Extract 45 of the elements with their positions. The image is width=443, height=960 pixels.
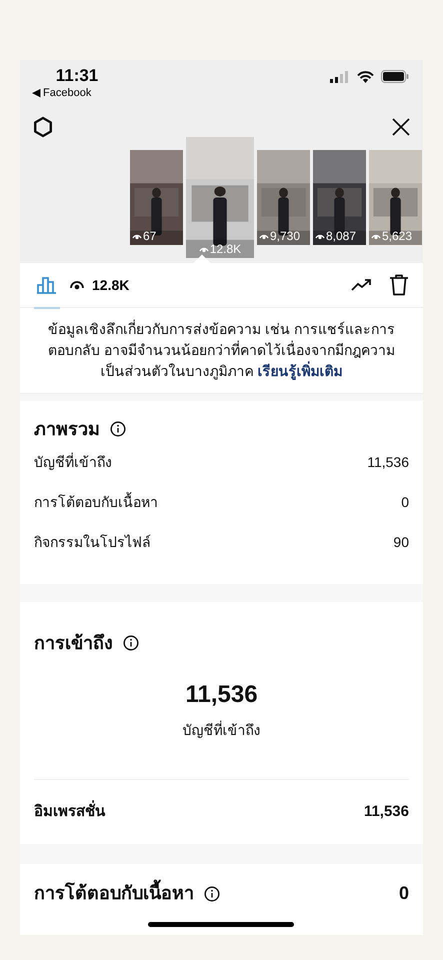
post-thumbnail[interactable]: 9,730 — [257, 150, 310, 245]
eye-icon — [70, 280, 84, 290]
metric-label: บัญชีที่เข้าถึง — [34, 452, 112, 472]
reach-caption: บัญชีที่เข้าถึง — [182, 720, 260, 740]
metric-label: การโต้ตอบกับเนื้อหา — [34, 492, 158, 512]
post-thumbnail[interactable]: 67 — [130, 150, 183, 245]
privacy-notice: ข้อมูลเชิงลึกเกี่ยวกับการส่งข้อความ เช่น การแชร์และการตอบกลับ อาจมีจำนวนน้อยกว่าที่คาดไว้เนื่องจากมีกฎความเป็นส่วนตัวในบางภูมิภาค เรียนรู้เพิ่มเติม — [47, 318, 396, 382]
status-time: 11:31 — [56, 66, 98, 86]
bar-chart-icon — [37, 276, 57, 294]
settings-icon[interactable] — [32, 116, 54, 138]
section-title: การโต้ตอบกับเนื้อหา — [34, 880, 194, 907]
info-icon[interactable] — [110, 421, 126, 437]
eye-icon — [315, 232, 325, 240]
signal-icon — [330, 70, 350, 82]
eye-icon — [259, 232, 269, 240]
post-thumbnail[interactable]: 5,623 — [369, 150, 422, 245]
section-title: ภาพรวม — [34, 418, 100, 440]
trash-icon[interactable] — [389, 274, 409, 296]
metric-value: 11,536 — [364, 802, 409, 822]
metric-value: 0 — [401, 492, 409, 512]
view-count: 67 — [143, 229, 156, 243]
view-count: 12.8K — [210, 242, 242, 256]
close-icon[interactable] — [391, 117, 411, 137]
eye-icon — [132, 232, 142, 240]
view-count: 8,087 — [326, 229, 356, 243]
info-icon[interactable] — [123, 635, 139, 651]
eye-icon — [198, 245, 209, 253]
battery-icon — [381, 70, 409, 83]
views-tab[interactable]: 12.8K — [70, 274, 130, 296]
reach-total: 11,536 — [185, 680, 258, 710]
section-title: การเข้าถึง — [34, 632, 113, 654]
metric-value: 11,536 — [367, 452, 409, 472]
post-thumbnail[interactable]: 8,087 — [313, 150, 366, 245]
learn-more-link[interactable]: เรียนรู้เพิ่มเติม — [257, 363, 342, 379]
info-icon[interactable] — [204, 886, 220, 902]
metric-value: 90 — [393, 532, 409, 552]
trend-icon[interactable] — [351, 278, 373, 292]
back-to-app-link[interactable]: ◀ Facebook — [32, 86, 92, 100]
metric-value: 0 — [398, 882, 409, 905]
metric-label: กิจกรรมในโปรไฟล์ — [34, 532, 151, 552]
view-count: 9,730 — [270, 229, 300, 243]
view-count: 5,623 — [382, 229, 412, 243]
wifi-icon — [357, 70, 374, 82]
metric-label: อิมเพรสชั่น — [34, 800, 105, 824]
eye-icon — [371, 232, 381, 240]
